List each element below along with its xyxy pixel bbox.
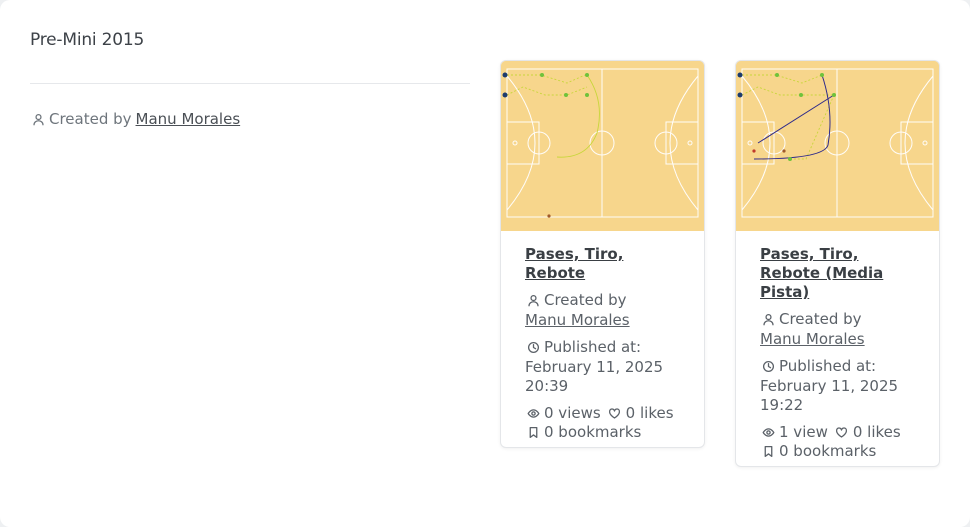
likes-count: 0 likes: [852, 422, 901, 441]
card-published: Published at: February 11, 2025 19:22: [760, 357, 921, 416]
author-link[interactable]: Manu Morales: [525, 311, 630, 329]
created-by-label: Created by: [779, 310, 862, 328]
card-stats: 0 views 0 likes 0 bookmarks: [525, 404, 686, 443]
divider: [30, 83, 470, 84]
court-diagram[interactable]: [736, 61, 939, 231]
user-icon: [525, 293, 541, 309]
card-stats: 1 view 0 likes 0 bookmarks: [760, 423, 921, 462]
eye-icon: [760, 424, 776, 440]
card-creator: Created by Manu Morales: [760, 310, 921, 349]
published-label: Published at:: [779, 357, 877, 375]
user-icon: [760, 312, 776, 328]
published-time: 20:39: [525, 377, 569, 395]
heart-icon[interactable]: [834, 424, 850, 440]
published-date: February 11, 2025: [760, 376, 899, 395]
collection-panel: Pre-Mini 2015 Created by Manu Morales Pa…: [0, 0, 970, 527]
bookmarks-count: 0 bookmarks: [779, 442, 877, 460]
likes-count: 0 likes: [625, 403, 674, 422]
heart-icon[interactable]: [607, 405, 623, 421]
published-time: 19:22: [760, 396, 804, 414]
card-published: Published at: February 11, 2025 20:39: [525, 338, 686, 397]
court-diagram[interactable]: [501, 61, 704, 231]
created-by-label: Created by: [49, 110, 132, 128]
drill-card[interactable]: Pases, Tiro, Rebote (Media Pista) Create…: [735, 60, 940, 467]
clock-icon: [525, 340, 541, 356]
views-count: 1 view: [779, 422, 828, 441]
drill-card[interactable]: Pases, Tiro, Rebote Created by Manu Mora…: [500, 60, 705, 448]
collection-title: Pre-Mini 2015: [30, 30, 145, 50]
collection-info: Pre-Mini 2015 Created by Manu Morales: [30, 30, 470, 128]
card-body: Pases, Tiro, Rebote Created by Manu Mora…: [501, 231, 704, 443]
published-date: February 11, 2025: [525, 357, 664, 376]
card-body: Pases, Tiro, Rebote (Media Pista) Create…: [736, 231, 939, 462]
drill-title-link[interactable]: Pases, Tiro, Rebote (Media Pista): [760, 245, 921, 302]
bookmarks-count: 0 bookmarks: [544, 423, 642, 441]
views-count: 0 views: [544, 403, 601, 422]
created-by-label: Created by: [544, 291, 627, 309]
drill-title-link[interactable]: Pases, Tiro, Rebote: [525, 245, 686, 283]
bookmark-icon[interactable]: [760, 444, 776, 460]
published-label: Published at:: [544, 338, 642, 356]
card-creator: Created by Manu Morales: [525, 291, 686, 330]
eye-icon: [525, 405, 541, 421]
author-link[interactable]: Manu Morales: [136, 110, 241, 128]
collection-creator: Created by Manu Morales: [30, 110, 470, 128]
bookmark-icon[interactable]: [525, 425, 541, 441]
author-link[interactable]: Manu Morales: [760, 330, 865, 348]
clock-icon: [760, 359, 776, 375]
user-icon: [30, 111, 46, 127]
